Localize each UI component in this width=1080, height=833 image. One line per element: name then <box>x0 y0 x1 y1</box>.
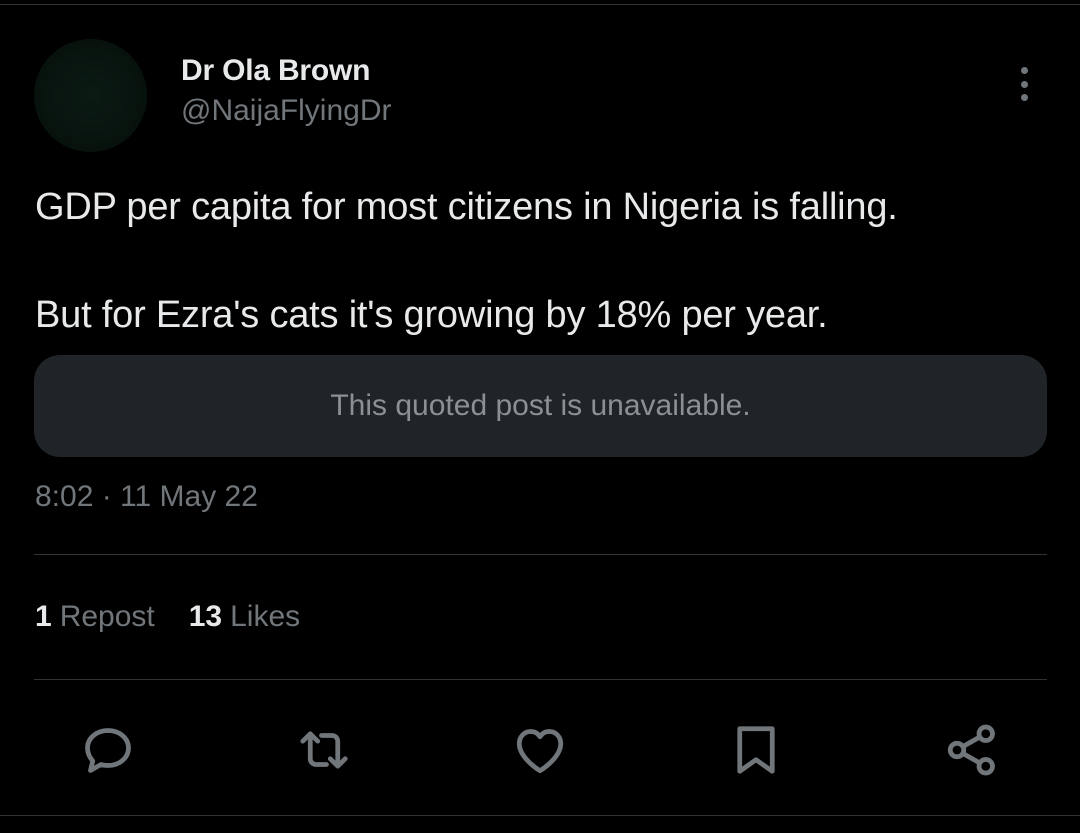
likes-label: Likes <box>230 600 301 633</box>
quoted-post-message: This quoted post is unavailable. <box>330 389 751 422</box>
tweet-paragraph: GDP per capita for most citizens in Nige… <box>35 186 898 228</box>
tweet-text: GDP per capita for most citizens in Nige… <box>35 180 1045 342</box>
avatar[interactable] <box>34 39 147 152</box>
more-options-button[interactable] <box>1006 64 1042 104</box>
post-timestamp[interactable]: 8:02 · 11 May 22 <box>35 480 258 514</box>
more-dot-icon <box>1020 67 1028 74</box>
bookmark-button[interactable] <box>724 718 788 782</box>
divider <box>34 554 1047 555</box>
more-dot-icon <box>1020 80 1028 88</box>
author-display-name[interactable]: Dr Ola Brown <box>181 54 370 88</box>
bottom-divider <box>0 815 1080 816</box>
like-icon <box>516 729 564 774</box>
reposts-count: 1 <box>35 600 52 633</box>
tweet-paragraph: But for Ezra's cats it's growing by 18% … <box>35 294 828 336</box>
likes-stat[interactable]: 13 Likes <box>189 600 300 634</box>
reposts-stat[interactable]: 1 Repost <box>35 600 155 634</box>
repost-button[interactable] <box>292 718 356 782</box>
more-dot-icon <box>1020 94 1028 101</box>
bookmark-icon <box>737 726 775 774</box>
author-handle[interactable]: @NaijaFlyingDr <box>181 94 392 128</box>
engagement-stats: 1 Repost 13 Likes <box>35 600 300 634</box>
share-icon <box>947 724 995 776</box>
likes-count: 13 <box>188 600 223 633</box>
reposts-label: Repost <box>59 600 155 633</box>
reply-icon <box>85 728 131 773</box>
top-divider <box>0 4 1080 5</box>
like-button[interactable] <box>508 718 572 782</box>
quoted-post-unavailable: This quoted post is unavailable. <box>34 355 1047 457</box>
divider <box>34 679 1047 680</box>
reply-button[interactable] <box>76 718 140 782</box>
share-button[interactable] <box>940 718 1004 782</box>
repost-icon <box>300 731 348 769</box>
